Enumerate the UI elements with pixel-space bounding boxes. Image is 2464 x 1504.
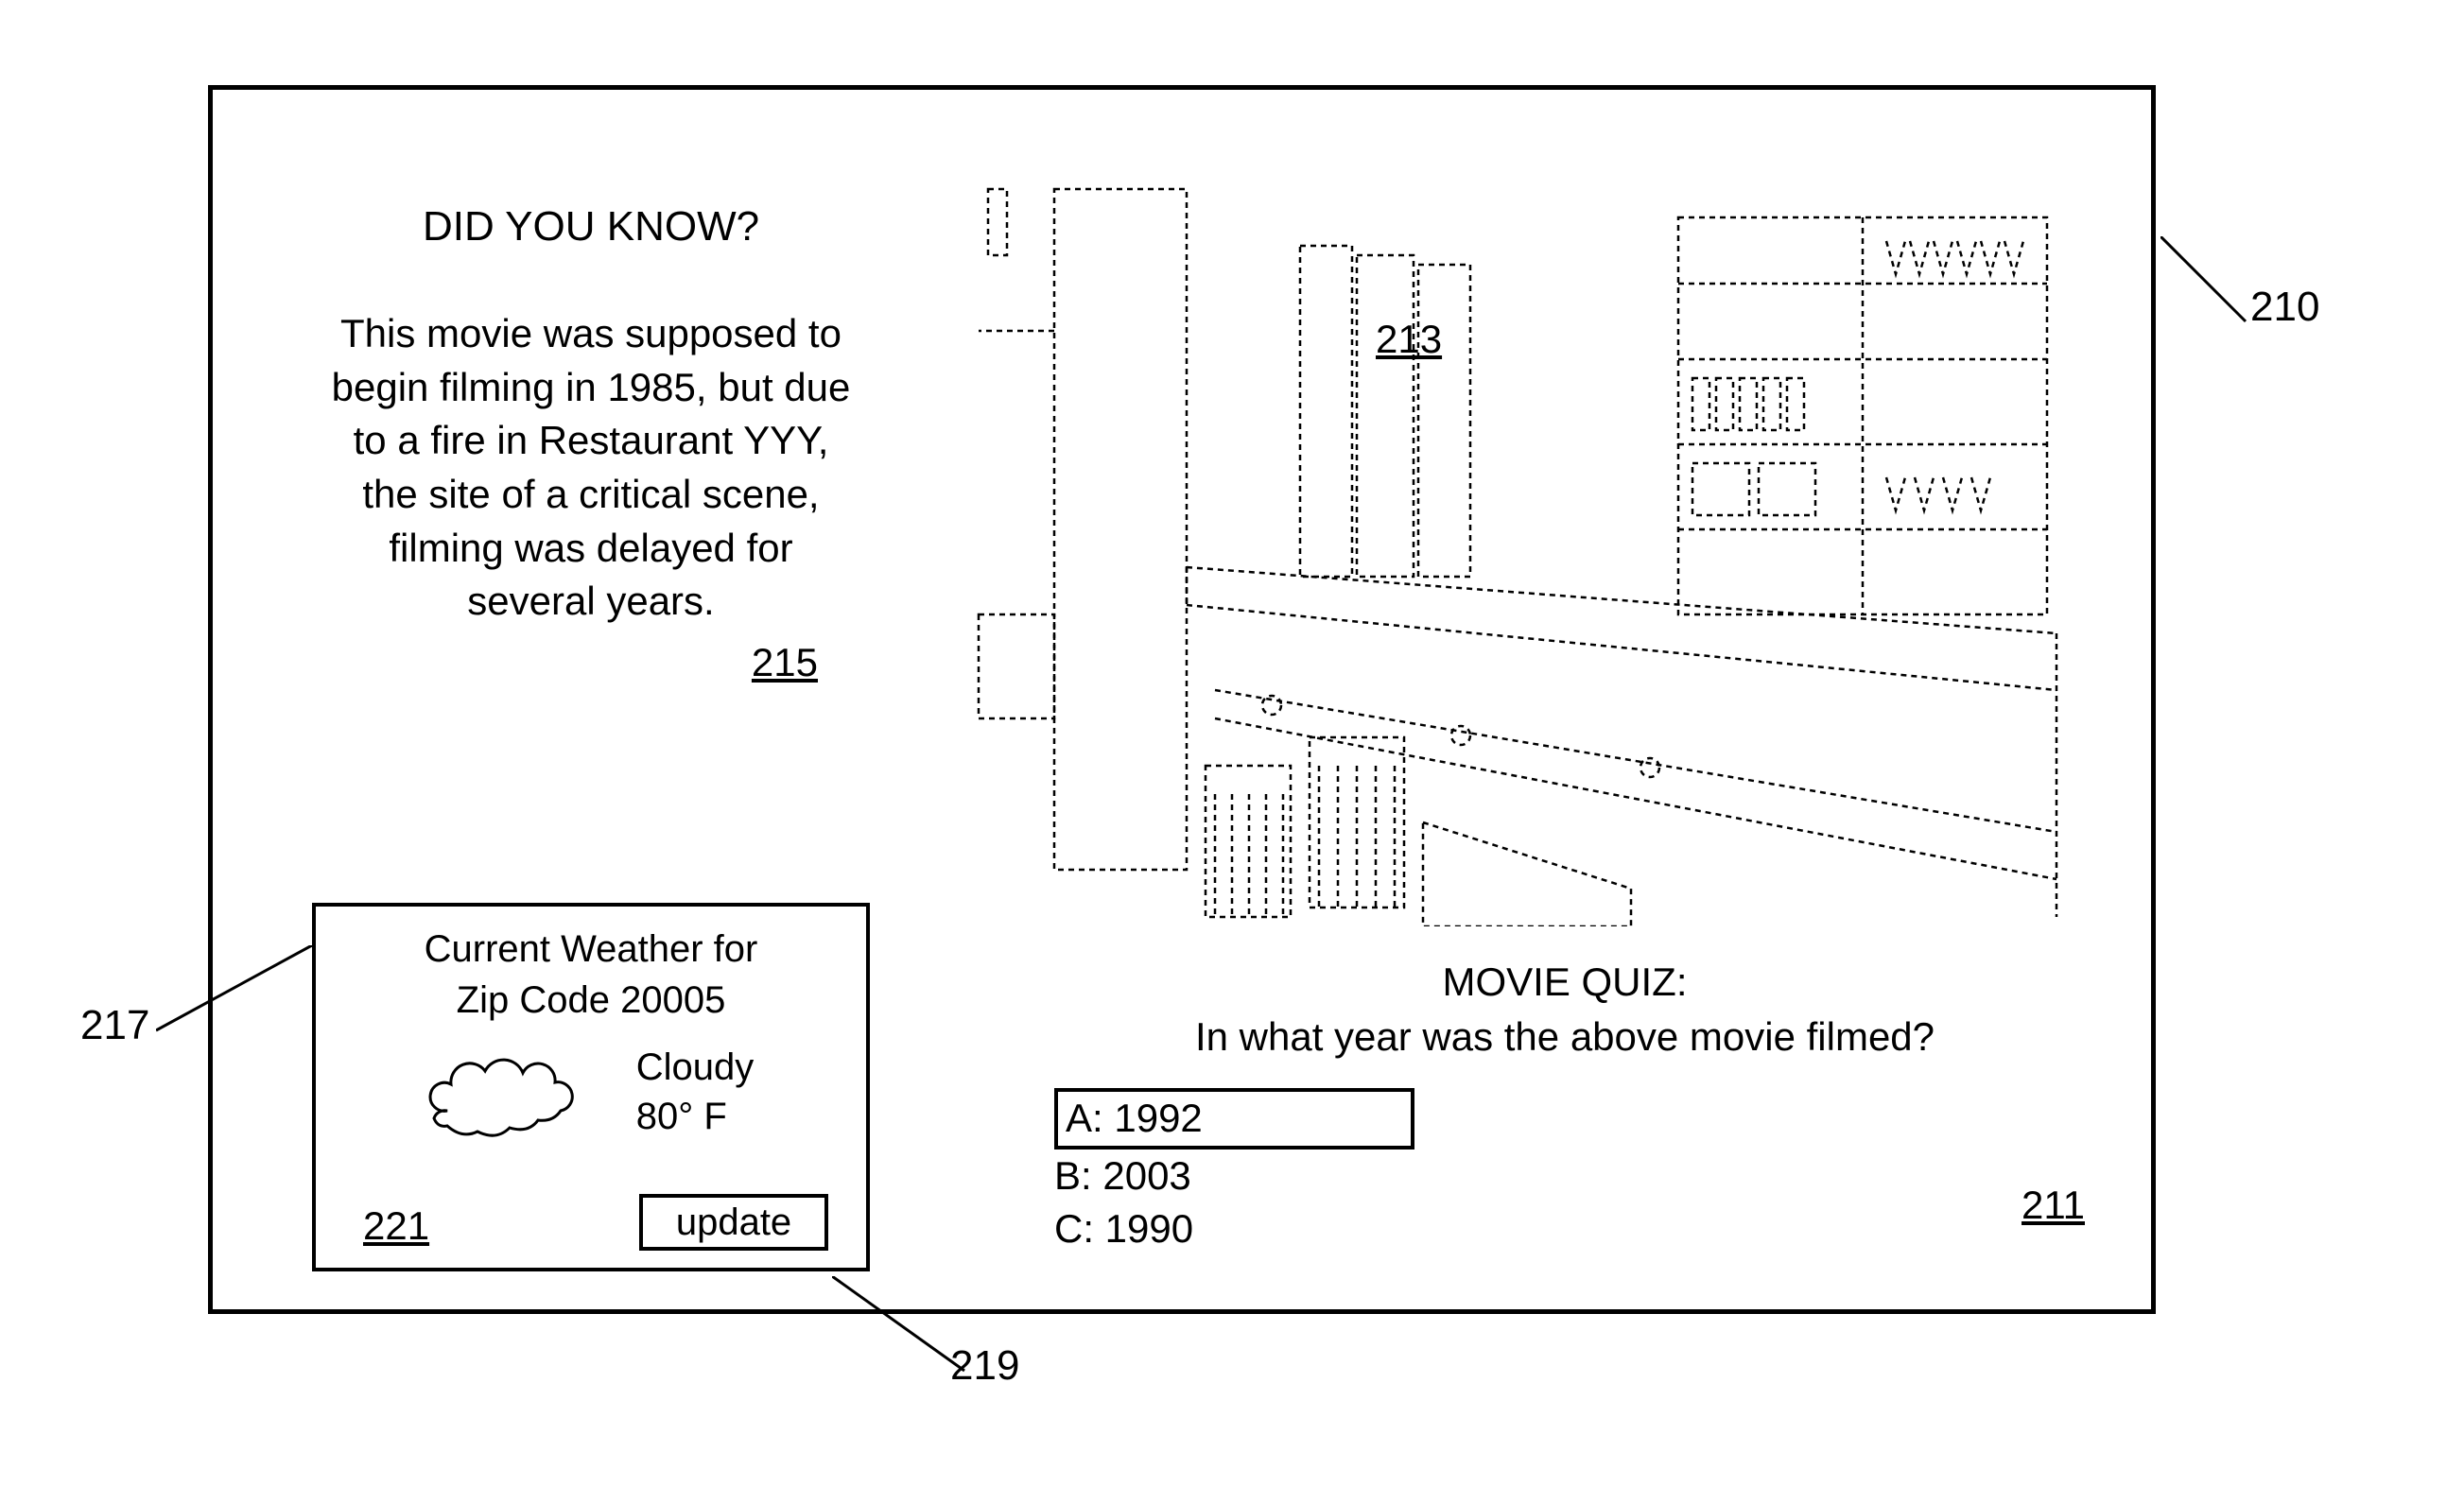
quiz-question: In what year was the above movie filmed? xyxy=(1035,1014,2094,1060)
trivia-ref-number: 215 xyxy=(752,640,818,685)
quiz-answer-c[interactable]: C: 1990 xyxy=(1054,1202,2094,1256)
weather-ref-number: 221 xyxy=(363,1203,429,1249)
trivia-panel: DID YOU KNOW? This movie was supposed to… xyxy=(326,203,856,629)
quiz-heading: MOVIE QUIZ: xyxy=(1035,959,2094,1005)
trivia-body: This movie was supposed to begin filming… xyxy=(326,307,856,629)
weather-title-line1: Current Weather for xyxy=(425,928,758,970)
scene-ref-number: 213 xyxy=(1376,317,1442,362)
display-screen: DID YOU KNOW? This movie was supposed to… xyxy=(208,85,2156,1314)
weather-widget: Current Weather for Zip Code 20005 Cloud… xyxy=(312,903,870,1271)
weather-title: Current Weather for Zip Code 20005 xyxy=(316,924,866,1026)
callout-screen-ref: 210 xyxy=(2250,284,2319,331)
scene-svg xyxy=(969,161,2094,926)
weather-temperature: 80° F xyxy=(636,1092,755,1141)
cloud-icon xyxy=(428,1035,589,1149)
lead-line-update xyxy=(832,1276,993,1390)
lead-line-screen xyxy=(2160,236,2255,350)
trivia-heading: DID YOU KNOW? xyxy=(326,203,856,251)
weather-title-line2: Zip Code 20005 xyxy=(457,979,726,1021)
lead-line-weather xyxy=(156,945,317,1059)
quiz-panel: MOVIE QUIZ: In what year was the above m… xyxy=(1035,959,2094,1256)
quiz-answer-b[interactable]: B: 2003 xyxy=(1054,1150,2094,1203)
weather-condition-block: Cloudy 80° F xyxy=(636,1043,755,1141)
figure-canvas: DID YOU KNOW? This movie was supposed to… xyxy=(0,0,2464,1504)
quiz-ref-number: 211 xyxy=(2022,1183,2085,1228)
quiz-answer-a[interactable]: A: 1992 xyxy=(1054,1088,1414,1150)
callout-weather-ref: 217 xyxy=(80,1002,149,1049)
quiz-answers: A: 1992 B: 2003 C: 1990 xyxy=(1054,1088,2094,1256)
update-button[interactable]: update xyxy=(639,1194,828,1251)
movie-scene-image: 213 xyxy=(969,161,2094,926)
weather-condition: Cloudy xyxy=(636,1043,755,1092)
